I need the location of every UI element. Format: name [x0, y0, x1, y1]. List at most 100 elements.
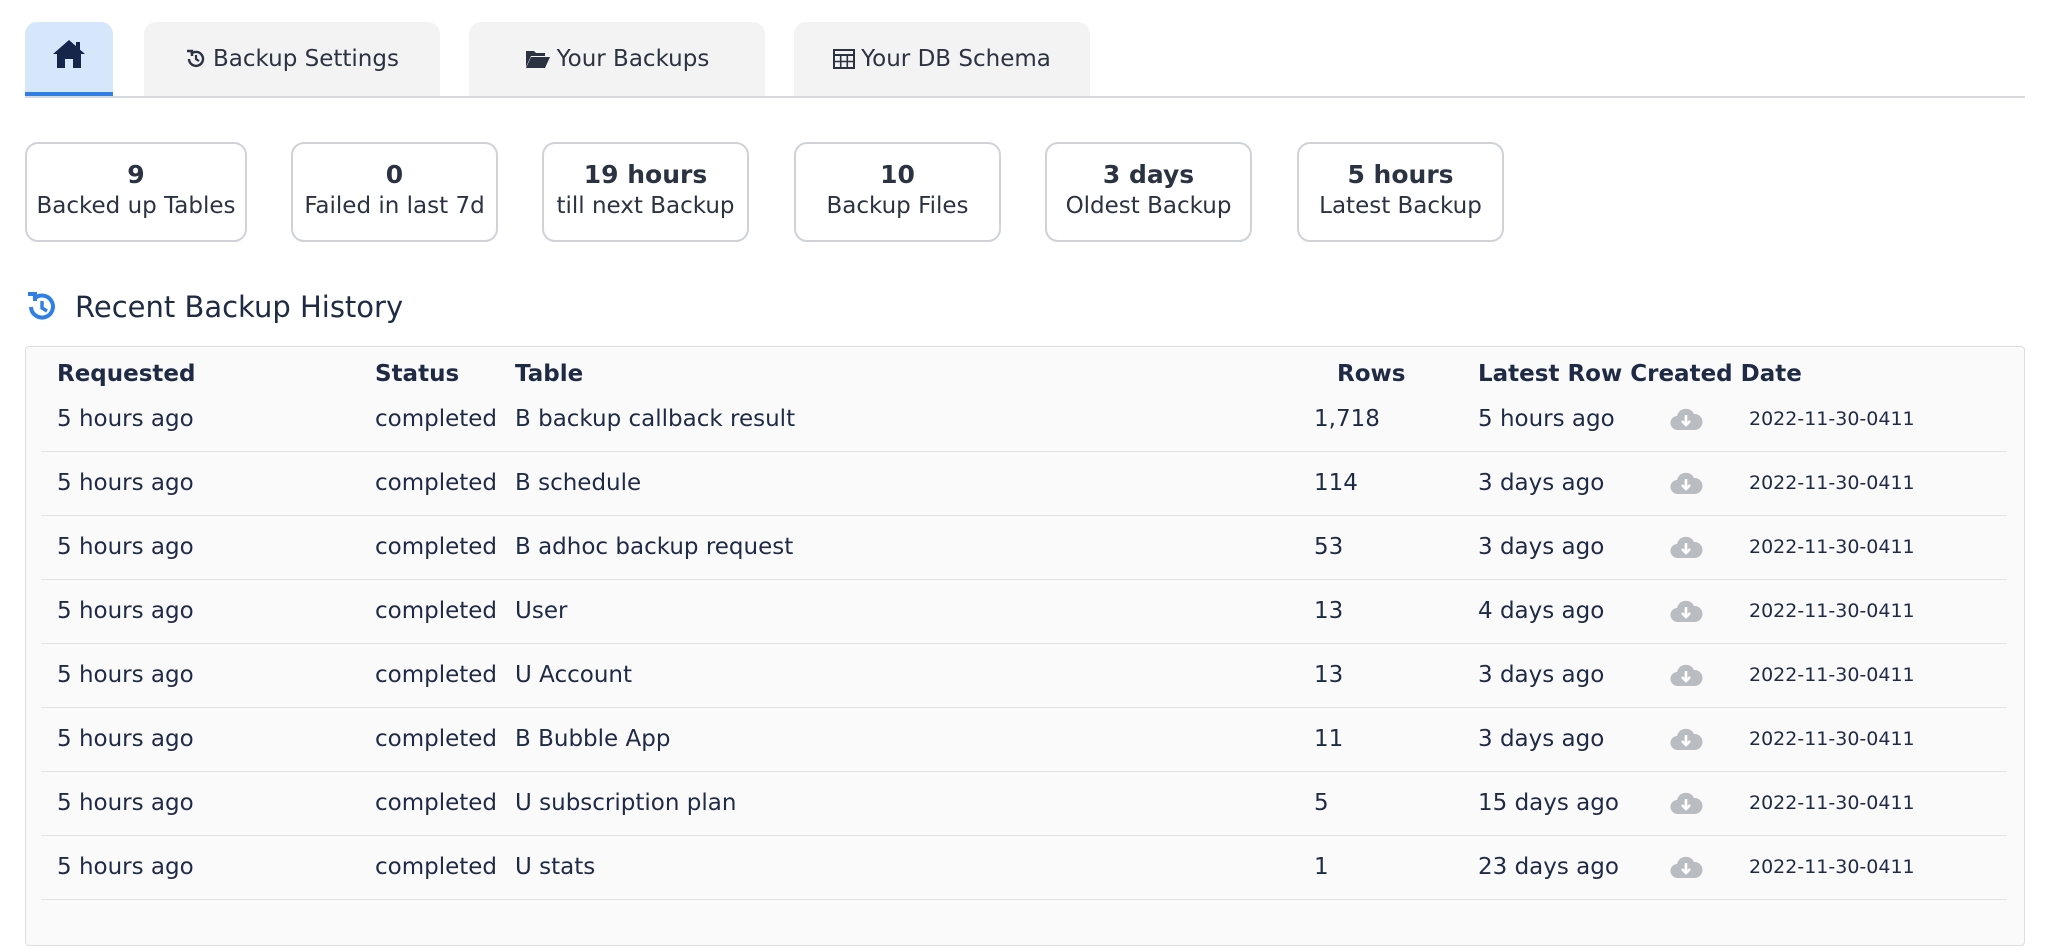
cell-requested: 5 hours ago — [57, 534, 194, 560]
stat-latest-backup: 5 hours Latest Backup — [1297, 142, 1504, 242]
cell-requested: 5 hours ago — [57, 406, 194, 432]
col-table: Table — [515, 361, 584, 387]
cell-latest-row: 3 days ago — [1478, 726, 1605, 752]
stat-value: 5 hours — [1347, 160, 1454, 189]
cell-backup-file: 2022-11-30-0411 — [1749, 472, 1915, 494]
cell-latest-row: 4 days ago — [1478, 598, 1605, 624]
table-row: 5 hours ago completed B backup callback re… — [41, 387, 2007, 452]
cell-status: completed — [375, 854, 498, 880]
cell-requested: 5 hours ago — [57, 470, 194, 496]
cell-table: B adhoc backup request — [515, 534, 794, 560]
cell-backup-file: 2022-11-30-0411 — [1749, 792, 1915, 814]
tab-db-schema[interactable]: Your DB Schema — [794, 22, 1090, 96]
cell-latest-row: 15 days ago — [1478, 790, 1619, 816]
cell-status: completed — [375, 662, 498, 688]
cloud-download-icon[interactable] — [1669, 515, 1703, 579]
table-row: 5 hours ago completed U Account 13 3 days ag… — [41, 643, 2007, 708]
col-rows: Rows — [1337, 361, 1406, 387]
tab-label: Your Backups — [556, 46, 710, 72]
cloud-download-icon[interactable] — [1669, 707, 1703, 771]
stat-label: Backed up Tables — [36, 193, 236, 219]
history-icon — [25, 290, 59, 324]
stat-value: 19 hours — [583, 160, 708, 189]
cell-status: completed — [375, 406, 498, 432]
stat-value: 0 — [385, 160, 404, 189]
cell-table: B Bubble App — [515, 726, 671, 752]
cloud-download-icon[interactable] — [1669, 451, 1703, 515]
cell-backup-file: 2022-11-30-0411 — [1749, 856, 1915, 878]
stat-backed-up-tables: 9 Backed up Tables — [25, 142, 247, 242]
cell-latest-row: 5 hours ago — [1478, 406, 1615, 432]
cell-status: completed — [375, 598, 498, 624]
tab-bar: Backup Settings Your Backups Your DB Sch… — [25, 22, 2025, 98]
cell-table: B backup callback result — [515, 406, 796, 432]
backup-history-table: Requested Status Table Rows Latest Row C… — [25, 346, 2025, 946]
stat-label: Backup Files — [826, 193, 969, 219]
cell-status: completed — [375, 470, 498, 496]
history-icon — [185, 48, 207, 70]
stat-backup-files: 10 Backup Files — [794, 142, 1001, 242]
cell-requested: 5 hours ago — [57, 662, 194, 688]
stat-label: Latest Backup — [1319, 193, 1482, 219]
cell-backup-file: 2022-11-30-0411 — [1749, 728, 1915, 750]
cell-rows: 53 — [1314, 534, 1344, 560]
cell-requested: 5 hours ago — [57, 790, 194, 816]
stat-label: Failed in last 7d — [304, 193, 485, 219]
cell-requested: 5 hours ago — [57, 854, 194, 880]
cell-requested: 5 hours ago — [57, 598, 194, 624]
cell-status: completed — [375, 534, 498, 560]
cell-table: User — [515, 598, 568, 624]
cloud-download-icon[interactable] — [1669, 771, 1703, 835]
cell-table: U stats — [515, 854, 596, 880]
stat-value: 10 — [880, 160, 915, 189]
cell-backup-file: 2022-11-30-0411 — [1749, 600, 1915, 622]
col-status: Status — [375, 361, 460, 387]
cloud-download-icon[interactable] — [1669, 643, 1703, 707]
section-title-text: Recent Backup History — [75, 290, 404, 324]
cell-latest-row: 3 days ago — [1478, 534, 1605, 560]
tab-label: Backup Settings — [213, 46, 399, 72]
cell-rows: 1 — [1314, 854, 1329, 880]
stat-label: Oldest Backup — [1065, 193, 1232, 219]
cell-status: completed — [375, 726, 498, 752]
cell-table: U subscription plan — [515, 790, 737, 816]
table-row: 5 hours ago completed User 13 4 days ago 2022… — [41, 579, 2007, 644]
cell-latest-row: 3 days ago — [1478, 470, 1605, 496]
table-grid-icon — [833, 49, 856, 69]
cell-table: U Account — [515, 662, 633, 688]
cell-rows: 13 — [1314, 662, 1344, 688]
tab-home[interactable] — [25, 22, 113, 96]
folder-open-icon — [525, 48, 551, 70]
cloud-download-icon[interactable] — [1669, 387, 1703, 451]
tab-label: Your DB Schema — [861, 46, 1051, 72]
cell-backup-file: 2022-11-30-0411 — [1749, 536, 1915, 558]
col-latest-row: Latest Row Created Date — [1478, 361, 1802, 387]
cell-latest-row: 3 days ago — [1478, 662, 1605, 688]
cell-rows: 11 — [1314, 726, 1344, 752]
home-icon — [52, 38, 86, 76]
cell-rows: 114 — [1314, 470, 1358, 496]
cloud-download-icon[interactable] — [1669, 835, 1703, 899]
tab-backup-settings[interactable]: Backup Settings — [144, 22, 440, 96]
stat-next-backup: 19 hours till next Backup — [542, 142, 749, 242]
cell-requested: 5 hours ago — [57, 726, 194, 752]
section-title: Recent Backup History — [25, 287, 403, 327]
table-row: 5 hours ago completed B adhoc backup reque… — [41, 515, 2007, 580]
tab-your-backups[interactable]: Your Backups — [469, 22, 765, 96]
stat-failed: 0 Failed in last 7d — [291, 142, 498, 242]
cell-backup-file: 2022-11-30-0411 — [1749, 408, 1915, 430]
stat-oldest-backup: 3 days Oldest Backup — [1045, 142, 1252, 242]
stat-value: 3 days — [1102, 160, 1195, 189]
table-row: 5 hours ago completed U subscription plan 5… — [41, 771, 2007, 836]
cell-rows: 5 — [1314, 790, 1329, 816]
cell-rows: 13 — [1314, 598, 1344, 624]
stat-label: till next Backup — [556, 193, 735, 219]
stat-value: 9 — [127, 160, 145, 189]
cell-rows: 1,718 — [1314, 406, 1380, 432]
col-requested: Requested — [57, 361, 196, 387]
cloud-download-icon[interactable] — [1669, 579, 1703, 643]
cell-latest-row: 23 days ago — [1478, 854, 1619, 880]
table-row: 5 hours ago completed B Bubble App 11 3 days… — [41, 707, 2007, 772]
cell-status: completed — [375, 790, 498, 816]
cell-backup-file: 2022-11-30-0411 — [1749, 664, 1915, 686]
